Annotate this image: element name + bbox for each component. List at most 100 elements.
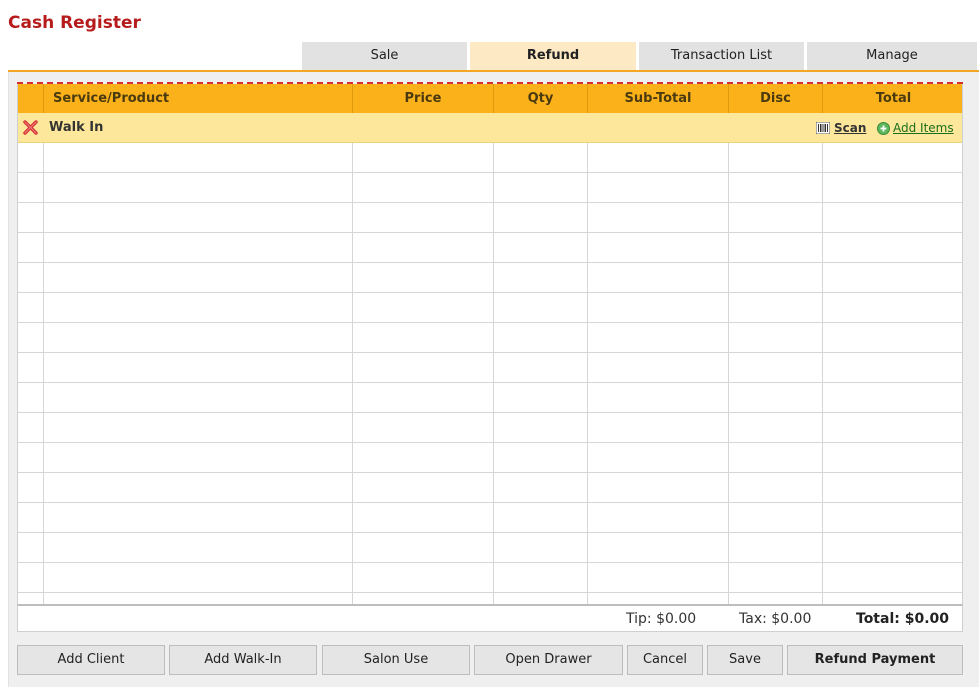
table-row bbox=[18, 263, 962, 293]
table-cell bbox=[729, 473, 823, 503]
table-cell bbox=[44, 173, 353, 203]
add-items-label[interactable]: Add Items bbox=[893, 121, 954, 135]
table-row bbox=[18, 563, 962, 593]
table-cell bbox=[729, 563, 823, 593]
table-cell bbox=[729, 533, 823, 563]
table-cell bbox=[44, 383, 353, 413]
close-x-icon[interactable] bbox=[23, 120, 38, 135]
table-cell bbox=[18, 593, 44, 604]
table-cell bbox=[44, 443, 353, 473]
table-cell bbox=[588, 593, 729, 604]
cancel-button[interactable]: Cancel bbox=[627, 645, 703, 675]
header-price: Price bbox=[353, 84, 494, 113]
table-cell bbox=[494, 233, 588, 263]
table-cell bbox=[44, 473, 353, 503]
table-cell bbox=[18, 233, 44, 263]
items-table: Service/Product Price Qty Sub-Total Disc… bbox=[17, 84, 963, 604]
table-row bbox=[18, 593, 962, 604]
table-cell bbox=[44, 233, 353, 263]
header-total: Total bbox=[875, 91, 912, 106]
table-cell bbox=[44, 353, 353, 383]
save-button[interactable]: Save bbox=[707, 645, 783, 675]
table-cell bbox=[353, 203, 494, 233]
table-cell bbox=[353, 473, 494, 503]
table-cell bbox=[18, 143, 44, 173]
table-cell bbox=[494, 413, 588, 443]
plus-circle-icon bbox=[877, 121, 890, 135]
table-row bbox=[18, 443, 962, 473]
table-cell bbox=[588, 443, 729, 473]
table-cell bbox=[353, 143, 494, 173]
header-spacer bbox=[18, 84, 44, 113]
page-title: Cash Register bbox=[8, 13, 141, 33]
table-cell bbox=[18, 503, 44, 533]
scan-link[interactable]: Scan bbox=[816, 121, 866, 135]
table-cell bbox=[729, 233, 823, 263]
table-cell bbox=[494, 173, 588, 203]
table-row bbox=[18, 233, 962, 263]
grand-total: Total: $0.00 bbox=[856, 611, 950, 627]
table-row bbox=[18, 143, 962, 173]
table-header: Service/Product Price Qty Sub-Total Disc… bbox=[18, 84, 962, 113]
table-cell bbox=[494, 593, 588, 604]
table-row bbox=[18, 173, 962, 203]
header-disc: Disc bbox=[729, 84, 823, 113]
table-cell bbox=[18, 203, 44, 233]
table-body bbox=[18, 143, 962, 604]
table-cell bbox=[353, 323, 494, 353]
table-cell bbox=[18, 383, 44, 413]
tab-refund[interactable]: Refund bbox=[470, 42, 636, 70]
header-subtotal: Sub-Total bbox=[588, 84, 729, 113]
table-cell bbox=[353, 353, 494, 383]
table-row bbox=[18, 533, 962, 563]
add-client-button[interactable]: Add Client bbox=[17, 645, 165, 675]
table-cell bbox=[494, 473, 588, 503]
table-cell bbox=[729, 383, 823, 413]
table-cell bbox=[18, 533, 44, 563]
add-walk-in-button[interactable]: Add Walk-In bbox=[169, 645, 317, 675]
table-cell bbox=[18, 413, 44, 443]
table-cell bbox=[729, 503, 823, 533]
table-cell bbox=[353, 563, 494, 593]
table-cell bbox=[588, 353, 729, 383]
table-cell bbox=[729, 203, 823, 233]
table-cell bbox=[494, 293, 588, 323]
table-cell bbox=[44, 503, 353, 533]
table-cell bbox=[44, 323, 353, 353]
table-cell bbox=[588, 143, 729, 173]
table-cell bbox=[353, 593, 494, 604]
table-cell bbox=[494, 383, 588, 413]
table-cell bbox=[588, 383, 729, 413]
table-cell bbox=[18, 473, 44, 503]
table-cell bbox=[18, 323, 44, 353]
table-row bbox=[18, 383, 962, 413]
table-cell bbox=[18, 443, 44, 473]
table-cell bbox=[588, 473, 729, 503]
tab-manage[interactable]: Manage bbox=[807, 42, 977, 70]
table-cell bbox=[353, 383, 494, 413]
table-cell bbox=[494, 563, 588, 593]
table-cell bbox=[353, 503, 494, 533]
table-row bbox=[18, 413, 962, 443]
open-drawer-button[interactable]: Open Drawer bbox=[474, 645, 623, 675]
table-cell bbox=[353, 263, 494, 293]
table-cell bbox=[588, 503, 729, 533]
table-cell bbox=[494, 263, 588, 293]
tab-sale[interactable]: Sale bbox=[302, 42, 467, 70]
table-cell bbox=[353, 293, 494, 323]
table-cell bbox=[729, 593, 823, 604]
table-cell bbox=[18, 293, 44, 323]
tip-amount: Tip: $0.00 bbox=[626, 611, 697, 627]
salon-use-button[interactable]: Salon Use bbox=[322, 645, 470, 675]
table-cell bbox=[494, 353, 588, 383]
refund-payment-button[interactable]: Refund Payment bbox=[787, 645, 963, 675]
tab-transaction-list[interactable]: Transaction List bbox=[639, 42, 804, 70]
table-row bbox=[18, 293, 962, 323]
table-cell bbox=[729, 413, 823, 443]
add-items-link[interactable]: Add Items bbox=[877, 121, 954, 135]
scan-label[interactable]: Scan bbox=[834, 121, 866, 135]
table-cell bbox=[588, 203, 729, 233]
table-cell bbox=[18, 263, 44, 293]
table-cell bbox=[44, 203, 353, 233]
table-cell bbox=[729, 173, 823, 203]
